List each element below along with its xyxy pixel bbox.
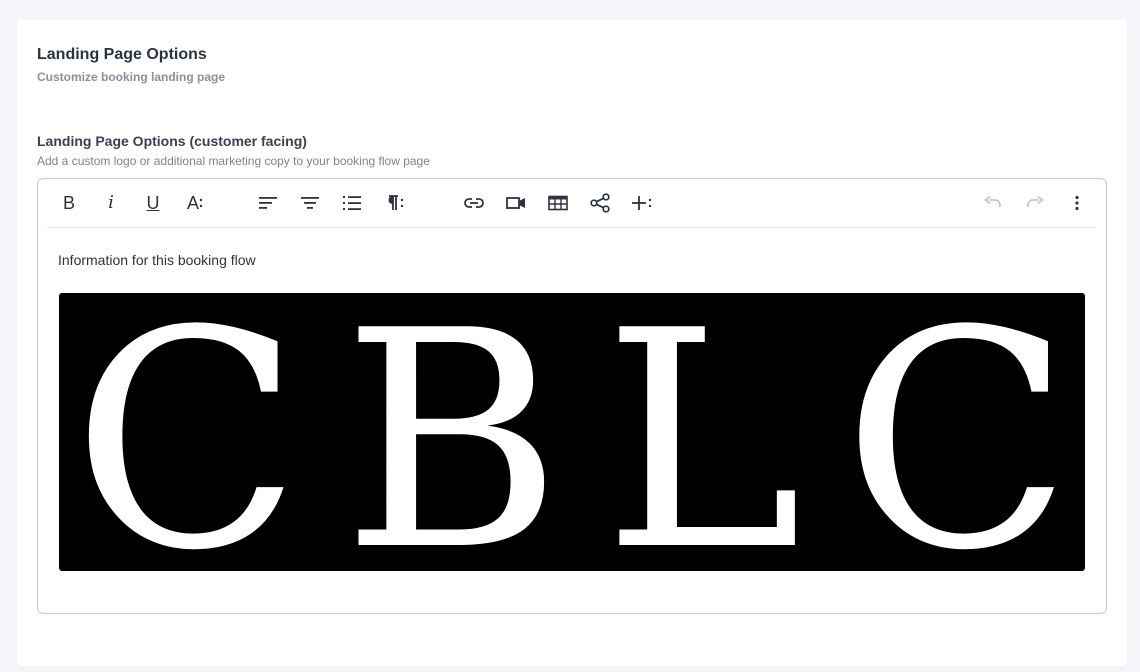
dropdown-dots-icon <box>199 198 203 208</box>
section-title: Landing Page Options <box>37 46 207 63</box>
more-options-button[interactable] <box>1063 190 1091 216</box>
editor-toolbar: B i U A <box>47 179 1096 228</box>
bold-icon: B <box>62 193 75 213</box>
logo-image[interactable]: CBLC <box>59 293 1085 571</box>
more-insert-icon <box>632 196 652 210</box>
align-left-icon <box>259 197 277 209</box>
align-center-icon <box>301 197 319 209</box>
undo-icon <box>984 196 1001 207</box>
rich-text-editor[interactable]: B i U A Information for this booking flo… <box>37 178 1107 614</box>
share-button[interactable] <box>586 190 614 216</box>
insert-table-button[interactable] <box>544 190 572 216</box>
logo-lettering: CBLC <box>72 293 1072 571</box>
undo-button[interactable] <box>979 190 1007 216</box>
insert-link-button[interactable] <box>460 190 488 216</box>
paragraph-format-button[interactable] <box>380 190 408 216</box>
landing-page-options-card: Landing Page Options Customize booking l… <box>17 19 1127 666</box>
ordered-list-icon <box>343 196 361 210</box>
section-subtitle: Customize booking landing page <box>37 70 226 84</box>
cblc-logo: CBLC <box>72 293 1072 571</box>
redo-button[interactable] <box>1021 190 1049 216</box>
align-left-button[interactable] <box>254 190 282 216</box>
field-help-text: Add a custom logo or additional marketin… <box>37 154 430 168</box>
italic-button[interactable]: i <box>97 190 125 216</box>
link-icon <box>464 198 484 208</box>
editor-content-text[interactable]: Information for this booking flow <box>58 252 256 268</box>
field-label: Landing Page Options (customer facing) <box>37 133 307 149</box>
paragraph-format-icon <box>388 195 404 210</box>
font-size-button[interactable]: A <box>181 190 209 216</box>
more-insert-button[interactable] <box>628 190 656 216</box>
align-center-button[interactable] <box>296 190 324 216</box>
underline-button[interactable]: U <box>139 190 167 216</box>
insert-video-button[interactable] <box>502 190 530 216</box>
share-icon <box>590 193 610 213</box>
underline-icon: U <box>146 193 160 213</box>
table-icon <box>548 195 568 211</box>
font-size-icon: A <box>186 193 199 213</box>
more-vertical-icon <box>1075 195 1079 211</box>
italic-icon: i <box>108 192 114 213</box>
redo-icon <box>1027 196 1044 207</box>
video-icon <box>506 197 525 209</box>
ordered-list-button[interactable] <box>338 190 366 216</box>
bold-button[interactable]: B <box>55 190 83 216</box>
